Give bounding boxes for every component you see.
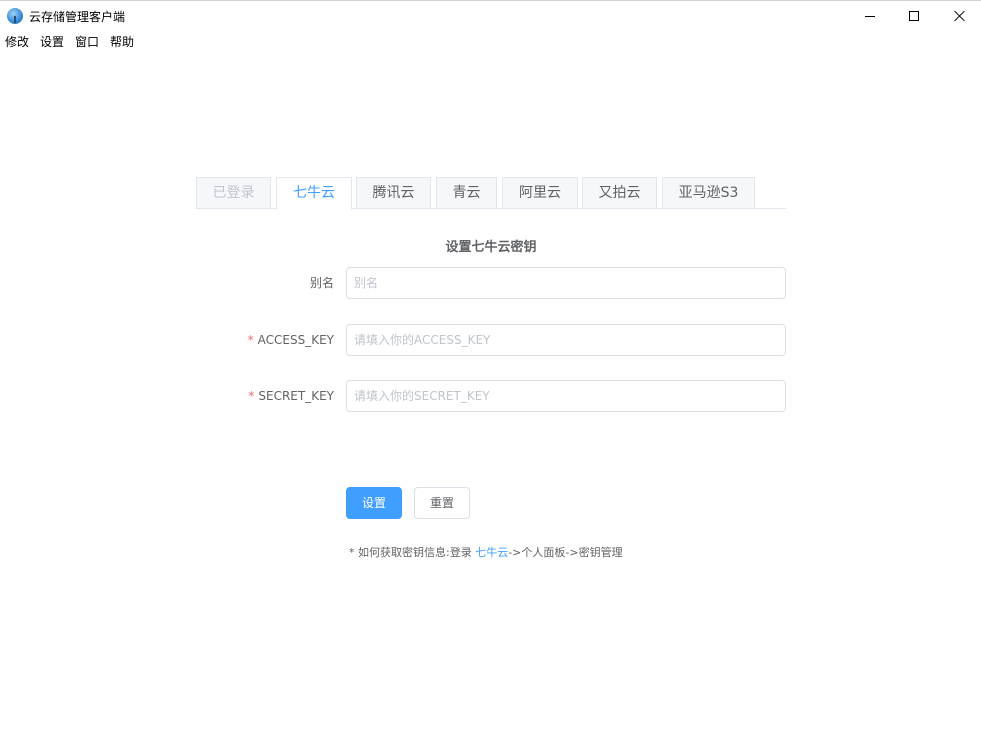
alias-label-text: 别名 <box>309 276 334 290</box>
title-bar[interactable]: 云存储管理客户端 <box>0 1 981 31</box>
secret-key-row: * SECRET_KEY <box>196 380 786 412</box>
secret-key-input[interactable] <box>346 380 786 412</box>
alias-label: 别名 <box>310 267 334 299</box>
menu-item-window[interactable]: 窗口 <box>70 32 105 52</box>
tab-qingcloud[interactable]: 青云 <box>436 177 497 209</box>
access-key-input[interactable] <box>346 324 786 356</box>
menu-item-settings[interactable]: 设置 <box>35 32 70 52</box>
tab-aliyun[interactable]: 阿里云 <box>502 177 578 209</box>
minimize-button[interactable] <box>847 1 893 31</box>
minimize-icon <box>865 15 875 17</box>
globe-icon <box>7 8 23 24</box>
alias-row: 别名 <box>196 267 786 299</box>
tab-qiniu[interactable]: 七牛云 <box>276 177 352 210</box>
app-window: 云存储管理客户端 修改 设置 窗口 帮助 已登录 七牛云 腾讯云 青云 阿里云 … <box>0 0 981 742</box>
access-key-label-text: ACCESS_KEY <box>257 333 334 347</box>
access-key-label: * ACCESS_KEY <box>248 324 334 356</box>
provider-tabs: 已登录 七牛云 腾讯云 青云 阿里云 又拍云 亚马逊S3 <box>196 177 786 210</box>
close-icon <box>954 10 966 22</box>
tab-upyun[interactable]: 又拍云 <box>582 177 657 209</box>
access-key-row: * ACCESS_KEY <box>196 324 786 356</box>
secret-key-label: * SECRET_KEY <box>248 380 334 412</box>
help-hint: * 如何获取密钥信息:登录 七牛云->个人面板->密钥管理 <box>349 544 623 560</box>
maximize-button[interactable] <box>891 1 937 31</box>
submit-button[interactable]: 设置 <box>346 487 402 519</box>
form-title: 设置七牛云密钥 <box>445 240 537 255</box>
menu-bar: 修改 设置 窗口 帮助 <box>0 32 140 52</box>
close-button[interactable] <box>937 1 981 31</box>
tab-logged-in[interactable]: 已登录 <box>196 177 271 209</box>
menu-item-help[interactable]: 帮助 <box>105 32 140 52</box>
secret-key-label-text: SECRET_KEY <box>258 389 334 403</box>
hint-suffix: ->个人面板->密钥管理 <box>508 546 623 559</box>
required-mark: * <box>248 389 255 403</box>
hint-prefix: * 如何获取密钥信息:登录 <box>349 546 476 559</box>
required-mark: * <box>247 333 254 347</box>
reset-button[interactable]: 重置 <box>414 487 470 519</box>
menu-item-edit[interactable]: 修改 <box>0 32 35 52</box>
maximize-icon <box>909 11 919 21</box>
tab-amazon-s3[interactable]: 亚马逊S3 <box>662 177 755 209</box>
qiniu-link[interactable]: 七牛云 <box>475 546 508 559</box>
tab-tencent[interactable]: 腾讯云 <box>356 177 431 209</box>
window-title: 云存储管理客户端 <box>29 10 126 24</box>
alias-input[interactable] <box>346 267 786 299</box>
